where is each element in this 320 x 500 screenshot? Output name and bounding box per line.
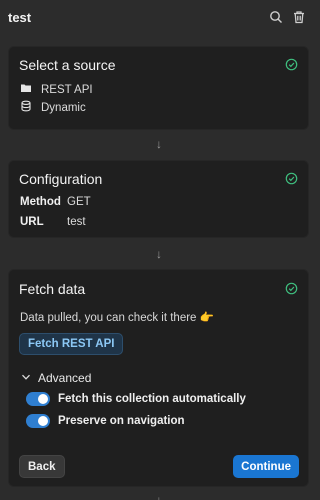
switch-knob <box>38 394 48 404</box>
config-value: test <box>67 216 86 228</box>
folder-icon <box>20 82 32 97</box>
config-row-method: Method GET <box>20 196 91 208</box>
search-icon[interactable] <box>269 10 283 24</box>
down-arrow-icon: ↓ <box>156 247 162 261</box>
advanced-label: Advanced <box>38 371 92 385</box>
option-label: Fetch this collection automatically <box>58 393 246 405</box>
check-circle-icon <box>285 58 298 71</box>
database-icon <box>20 100 32 115</box>
source-item-label: Dynamic <box>41 101 86 114</box>
config-card[interactable]: Configuration Method GET URL test <box>8 160 309 238</box>
check-circle-icon <box>285 172 298 185</box>
fetch-card: Fetch data Data pulled, you can check it… <box>8 269 309 487</box>
down-arrow-icon: ↓ <box>156 493 162 500</box>
config-key: Method <box>20 196 61 208</box>
header-actions <box>269 10 306 24</box>
source-item-label: REST API <box>41 83 93 96</box>
source-card[interactable]: Select a source REST API Dynamic <box>8 46 309 130</box>
fetch-card-title: Fetch data <box>19 281 86 297</box>
advanced-toggle[interactable]: Advanced <box>21 371 91 385</box>
check-circle-icon <box>285 282 298 295</box>
source-card-title: Select a source <box>19 57 116 73</box>
fetch-description: Data pulled, you can check it there 👉 <box>20 312 214 324</box>
chevron-down-icon <box>21 371 31 385</box>
source-item-rest-api: REST API <box>20 82 93 97</box>
fetch-rest-api-button[interactable]: Fetch REST API <box>19 333 124 355</box>
down-arrow-icon: ↓ <box>156 137 162 151</box>
page-title: test <box>8 9 32 25</box>
option-label: Preserve on navigation <box>58 415 185 427</box>
option-fetch-automatically: Fetch this collection automatically <box>26 392 246 406</box>
switch-knob <box>38 416 48 426</box>
config-value: GET <box>67 196 91 208</box>
option-preserve-navigation: Preserve on navigation <box>26 414 185 428</box>
source-item-dynamic: Dynamic <box>20 100 86 115</box>
header: test <box>0 0 318 34</box>
continue-button[interactable]: Continue <box>233 455 299 478</box>
config-key: URL <box>20 216 44 228</box>
back-button[interactable]: Back <box>19 455 65 478</box>
preserve-navigation-switch[interactable] <box>26 414 50 428</box>
trash-icon[interactable] <box>292 10 306 24</box>
config-card-title: Configuration <box>19 171 103 187</box>
fetch-automatically-switch[interactable] <box>26 392 50 406</box>
config-row-url: URL test <box>20 216 86 228</box>
